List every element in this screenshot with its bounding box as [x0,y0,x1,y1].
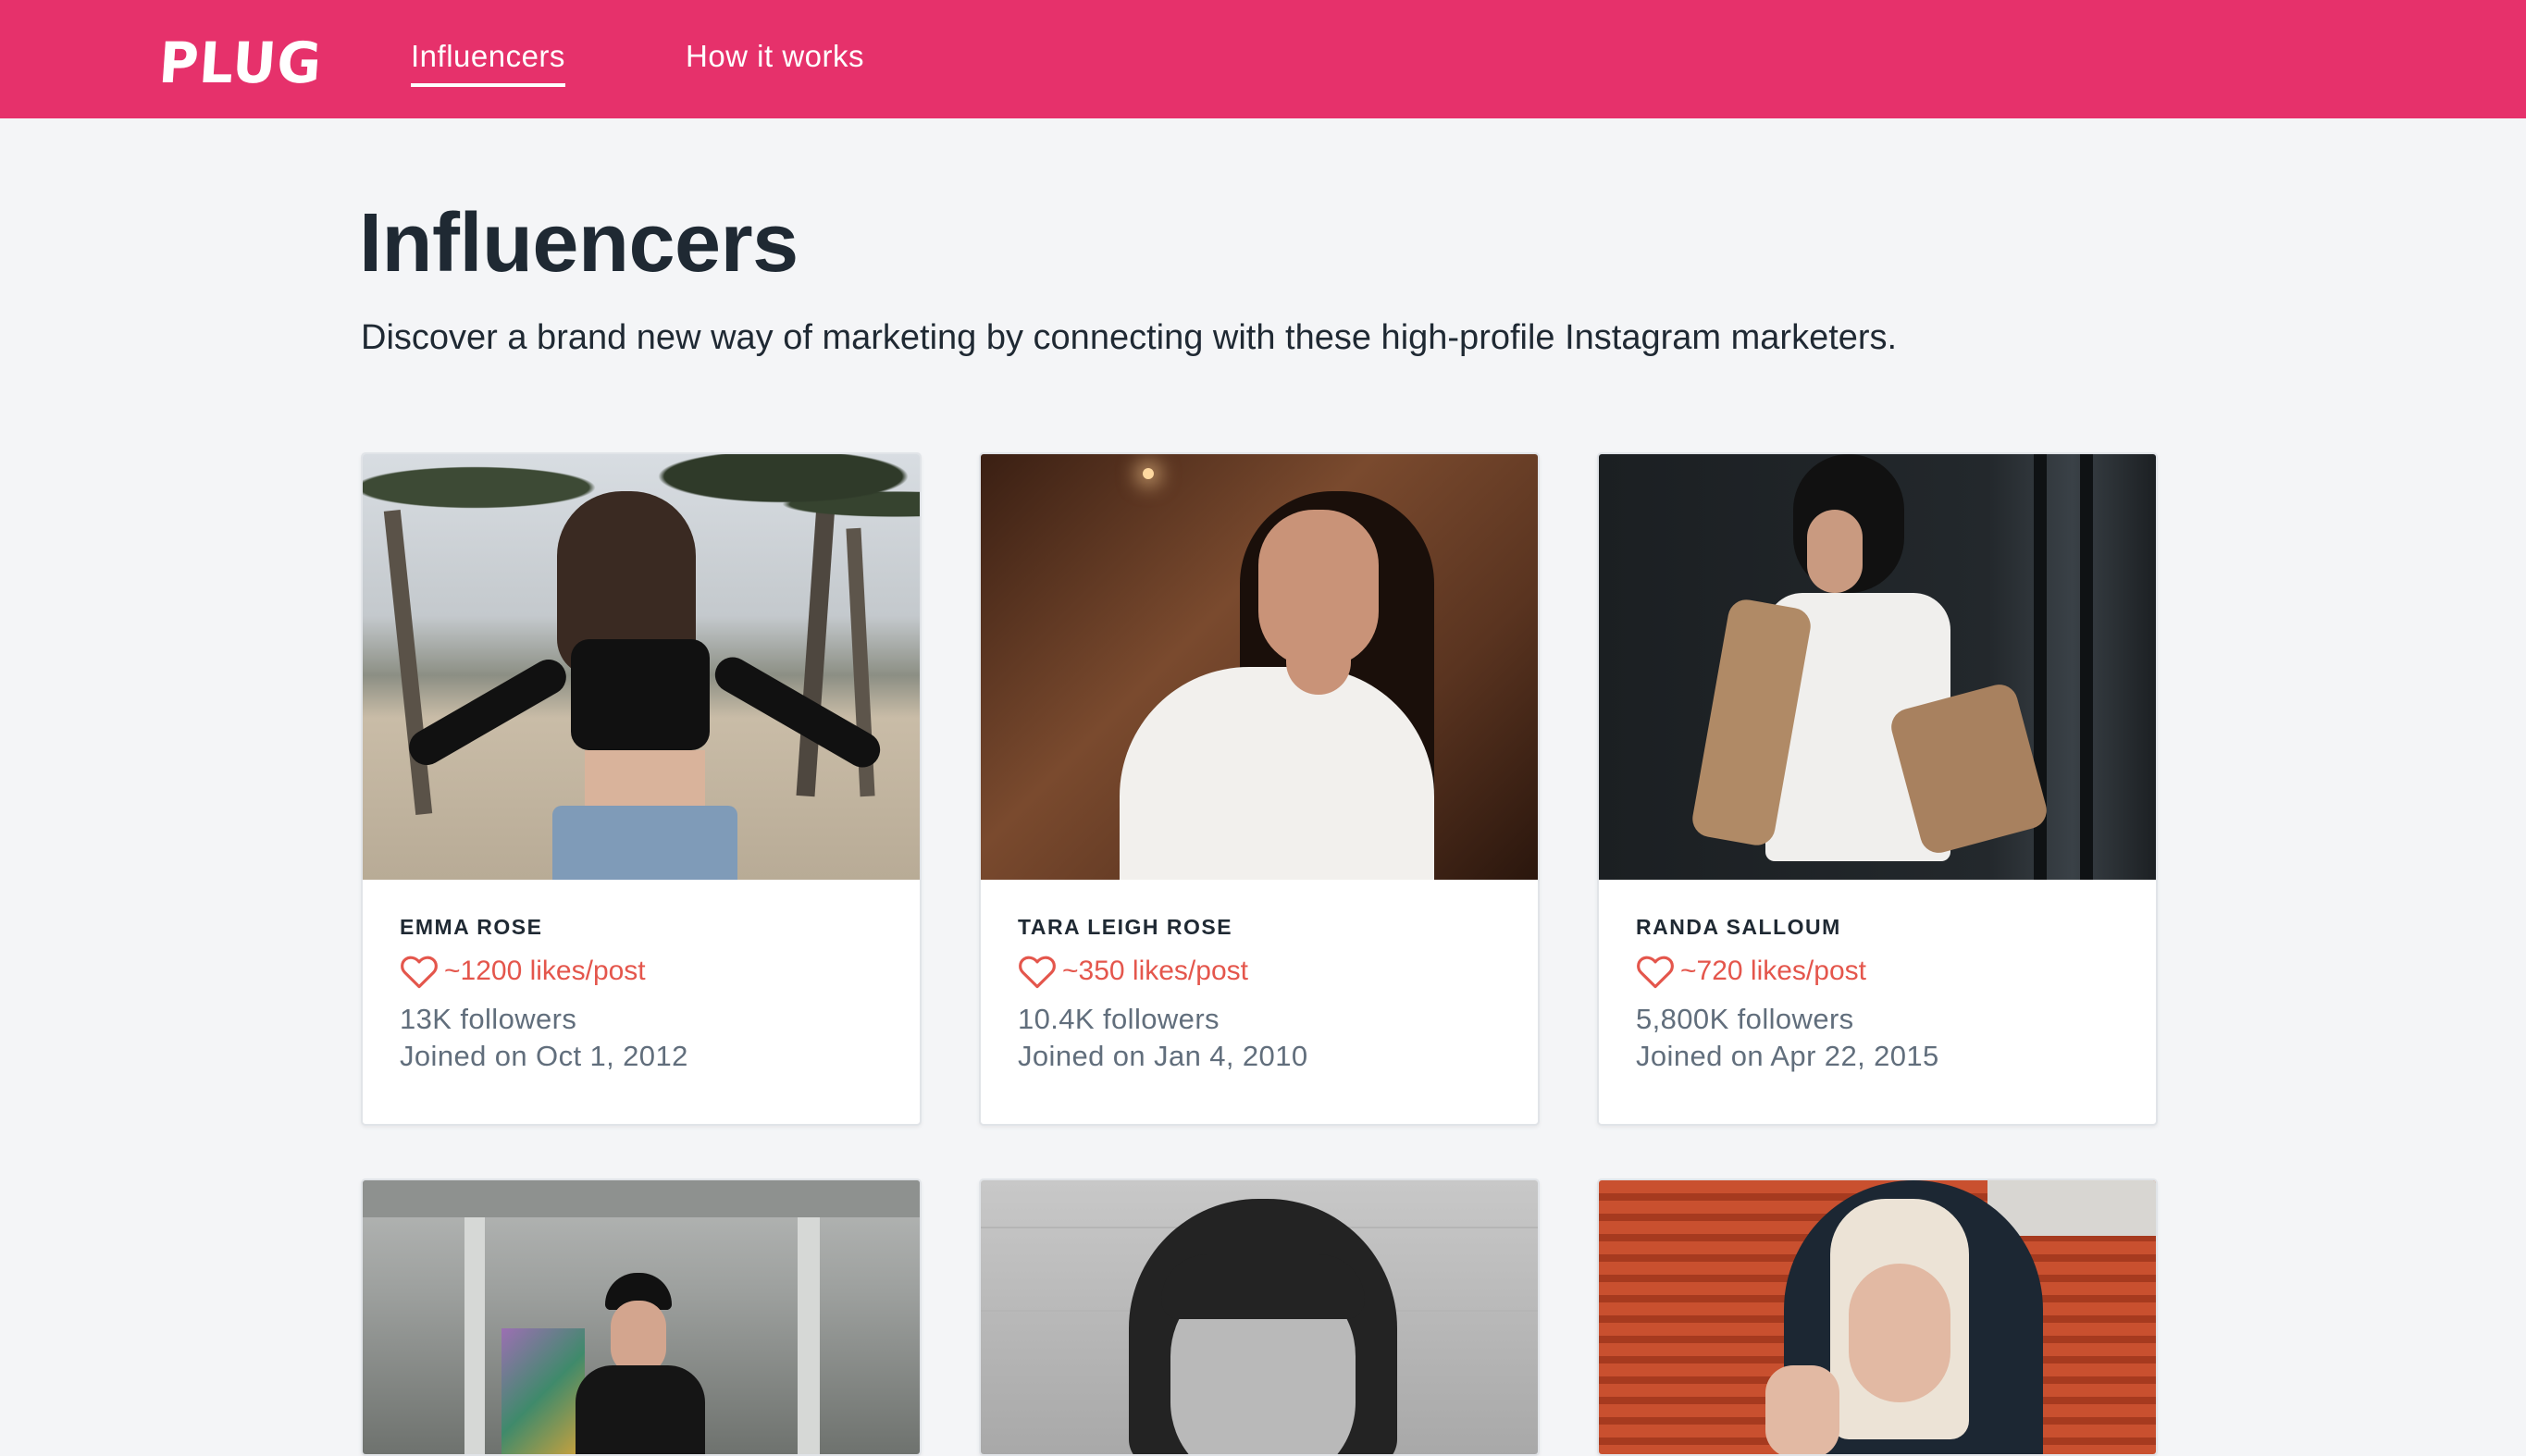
followers-count: 10.4K followers [1018,1003,1220,1035]
influencer-photo[interactable] [1599,1180,2156,1454]
influencer-photo[interactable] [1599,454,2156,880]
followers-count: 5,800K followers [1636,1003,1854,1035]
page-title: Influencers [359,197,799,290]
influencer-card[interactable] [979,1178,1540,1456]
nav-link-how-it-works[interactable]: How it works [686,39,864,83]
page-subtitle: Discover a brand new way of marketing by… [361,318,1898,357]
nav-link-influencers[interactable]: Influencers [411,39,565,87]
influencer-card[interactable] [1597,1178,2158,1456]
followers-count: 13K followers [400,1003,577,1035]
likes-label: ~1200 likes/post [444,956,646,986]
likes-per-post: ~720 likes/post [1636,953,2119,990]
joined-date: Joined on Apr 22, 2015 [1636,1040,1939,1072]
joined-date: Joined on Jan 4, 2010 [1018,1040,1308,1072]
influencer-name: EMMA ROSE [400,915,543,939]
top-navbar: PLUG Influencers How it works [0,0,2526,118]
likes-label: ~720 likes/post [1680,956,1866,986]
influencer-photo[interactable] [981,454,1538,880]
plug-logo[interactable]: PLUG [157,30,325,95]
likes-per-post: ~350 likes/post [1018,953,1501,990]
influencer-card[interactable]: RANDA SALLOUM ~720 likes/post 5,800K fol… [1597,452,2158,1126]
influencer-photo[interactable] [363,454,920,880]
joined-date: Joined on Oct 1, 2012 [400,1040,688,1072]
likes-label: ~350 likes/post [1062,956,1248,986]
influencer-name: TARA LEIGH ROSE [1018,915,1233,939]
likes-per-post: ~1200 likes/post [400,953,883,990]
influencer-photo[interactable] [981,1180,1538,1454]
influencer-card[interactable] [361,1178,922,1456]
influencer-photo[interactable] [363,1180,920,1454]
influencer-card[interactable]: TARA LEIGH ROSE ~350 likes/post 10.4K fo… [979,452,1540,1126]
influencer-name: RANDA SALLOUM [1636,915,1841,939]
heart-outline-icon [401,956,438,989]
influencer-card[interactable]: EMMA ROSE ~1200 likes/post 13K followers… [361,452,922,1126]
heart-outline-icon [1019,956,1056,989]
heart-outline-icon [1637,956,1674,989]
